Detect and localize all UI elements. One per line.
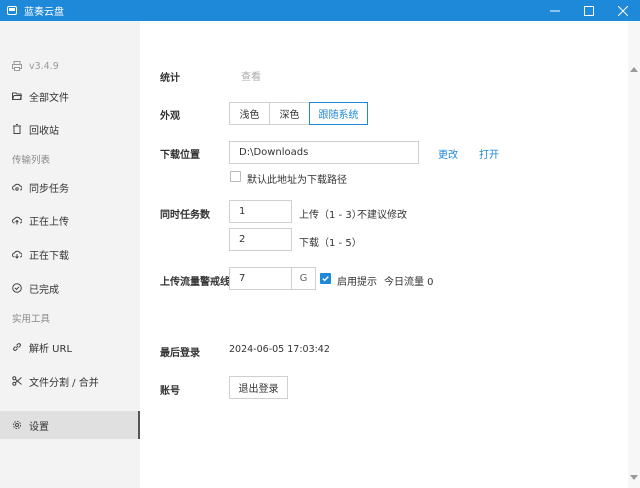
upload-concurrency-hint: 上传（1 - 3） (299, 210, 362, 221)
sidebar-item-label: 同步任务 (29, 183, 69, 195)
upload-concurrency-input[interactable]: 1 (229, 200, 292, 223)
sidebar-item-label: 正在下载 (29, 250, 69, 262)
cloud-upload-icon (12, 215, 22, 225)
theme-system-button[interactable]: 跟随系统 (309, 102, 368, 125)
minimize-icon (550, 10, 560, 11)
section-tools: 实用工具 (12, 314, 51, 325)
default-path-checkbox[interactable] (230, 171, 241, 182)
sidebar-item-label: 已完成 (29, 284, 59, 296)
download-location-label: 下载位置 (160, 150, 200, 161)
scroll-down-icon[interactable] (630, 475, 638, 480)
account-label: 账号 (160, 386, 180, 397)
scroll-up-icon[interactable] (630, 67, 638, 72)
sidebar-item-settings[interactable]: 设置 (0, 411, 140, 439)
check-circle-icon (12, 283, 22, 293)
sidebar-item-label: 文件分割 / 合并 (29, 377, 99, 389)
open-path-link[interactable]: 打开 (479, 146, 499, 161)
sidebar-item-completed[interactable]: 已完成 (0, 276, 140, 300)
sidebar-item-label: 设置 (29, 421, 49, 433)
maximize-button[interactable] (572, 0, 606, 21)
default-path-label: 默认此地址为下载路径 (247, 175, 347, 186)
trash-icon (12, 124, 22, 134)
theme-selector: 浅色 深色 跟随系统 (229, 102, 368, 125)
upload-traffic-label: 上传流量警戒线 (160, 277, 230, 288)
maximize-icon (584, 5, 594, 16)
sidebar-item-label: 全部文件 (29, 92, 69, 104)
appearance-label: 外观 (160, 111, 180, 122)
folder-open-icon (12, 91, 22, 101)
scrollbar[interactable] (628, 21, 640, 488)
upload-concurrency-note: 不建议修改 (357, 210, 407, 221)
sidebar-item-label: 解析 URL (29, 343, 73, 355)
sidebar-item-recycle-bin[interactable]: 回收站 (0, 117, 140, 141)
sidebar-item-uploading[interactable]: 正在上传 (0, 208, 140, 232)
sidebar-item-parse-url[interactable]: 解析 URL (0, 335, 140, 359)
traffic-unit: G (292, 267, 316, 290)
stats-view-link[interactable]: 查看 (241, 68, 261, 83)
last-login-value: 2024-06-05 17:03:42 (229, 344, 330, 355)
sidebar-item-label: 正在上传 (29, 216, 69, 228)
sidebar-item-all-files[interactable]: 全部文件 (0, 84, 140, 108)
enable-alert-checkbox[interactable] (320, 273, 331, 284)
stats-label: 统计 (160, 73, 180, 84)
sidebar-item-downloading[interactable]: 正在下载 (0, 242, 140, 266)
checkmark-icon (322, 276, 329, 282)
close-icon (618, 5, 628, 16)
download-path-input[interactable]: D:\Downloads (229, 141, 419, 164)
app-icon (7, 6, 17, 15)
enable-alert-label: 启用提示 (337, 277, 377, 288)
scissors-icon (12, 376, 22, 386)
link-icon (12, 342, 22, 352)
traffic-threshold-input[interactable]: 7 (229, 267, 292, 290)
cloud-download-icon (12, 249, 22, 259)
settings-panel: 统计 查看 外观 浅色 深色 跟随系统 下载位置 D:\Downloads 更改… (140, 21, 630, 488)
title-bar: 蓝奏云盘 (0, 0, 640, 21)
download-concurrency-input[interactable]: 2 (229, 228, 292, 251)
version-row: v3.4.9 (0, 54, 140, 78)
cloud-sync-icon (12, 182, 22, 192)
download-concurrency-hint: 下载（1 - 5） (299, 238, 362, 249)
logout-button[interactable]: 退出登录 (229, 376, 288, 399)
section-transfer-list: 传输列表 (12, 155, 51, 166)
close-button[interactable] (606, 0, 640, 21)
gear-icon (12, 420, 22, 430)
last-login-label: 最后登录 (160, 348, 200, 359)
sidebar-item-label: 回收站 (29, 125, 59, 137)
version-label: v3.4.9 (29, 60, 59, 72)
today-traffic-label: 今日流量 0 (384, 277, 434, 288)
theme-light-button[interactable]: 浅色 (229, 102, 270, 125)
minimize-button[interactable] (538, 0, 572, 21)
concurrent-tasks-label: 同时任务数 (160, 210, 210, 221)
window-title: 蓝奏云盘 (24, 7, 64, 18)
theme-dark-button[interactable]: 深色 (269, 102, 310, 125)
change-path-link[interactable]: 更改 (438, 146, 458, 161)
sidebar-item-sync-tasks[interactable]: 同步任务 (0, 175, 140, 199)
sidebar: v3.4.9 全部文件 回收站 传输列表 同步任务 正在上传 正在下载 已完成 … (0, 21, 140, 488)
printer-icon (12, 61, 22, 71)
window-controls (538, 0, 640, 21)
sidebar-item-file-split-merge[interactable]: 文件分割 / 合并 (0, 369, 140, 393)
